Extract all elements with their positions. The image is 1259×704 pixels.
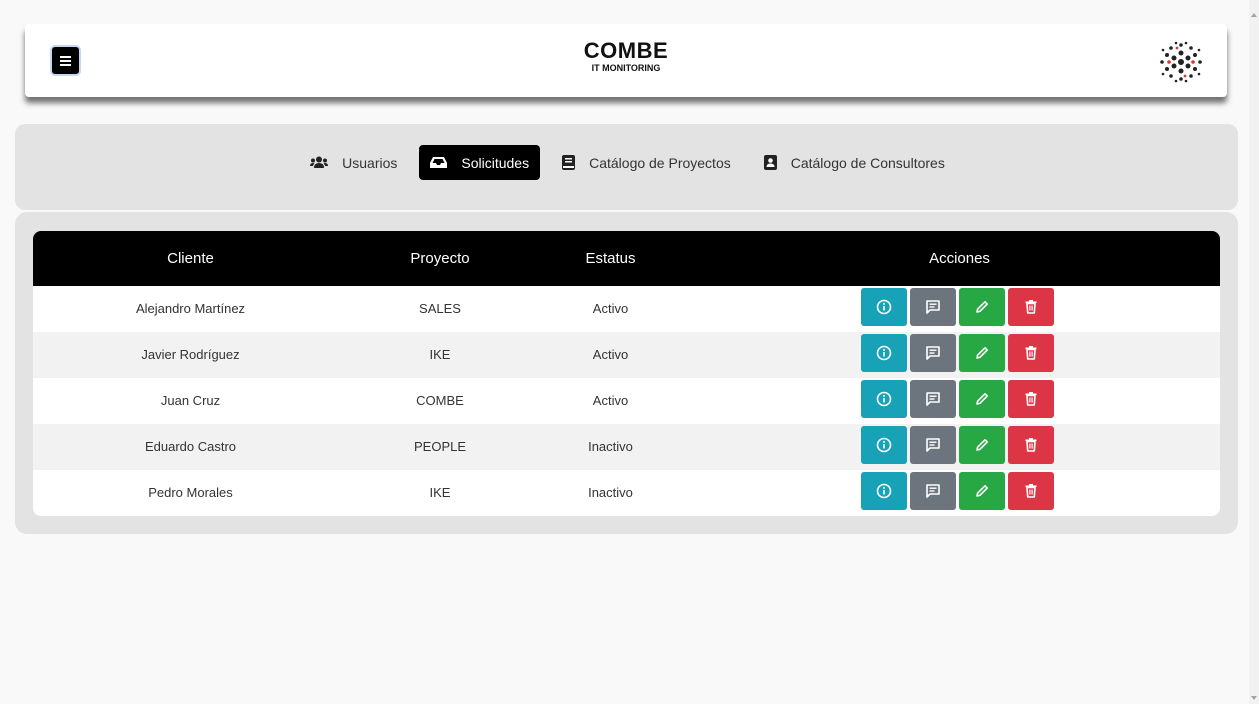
cell-estatus: Activo [592,347,629,362]
comment-icon [926,346,940,360]
info-icon [876,299,892,315]
cell-cliente: Alejandro Martínez [135,301,246,316]
comment-icon [926,484,940,498]
info-button[interactable] [861,288,907,326]
cell-cliente: Eduardo Castro [144,439,237,454]
comment-button[interactable] [910,380,956,418]
delete-button[interactable] [1008,288,1054,326]
column-header-proyecto: Proyecto [410,250,470,267]
column-header-acciones: Acciones [929,250,990,267]
trash-icon [1025,346,1037,360]
info-button[interactable] [861,426,907,464]
cell-cliente: Javier Rodríguez [141,347,240,362]
trash-icon [1025,484,1037,498]
cell-estatus: Inactivo [588,485,633,500]
trash-icon [1025,300,1037,314]
brand-title: COMBE [583,38,669,63]
delete-button[interactable] [1008,334,1054,372]
delete-button[interactable] [1008,472,1054,510]
comment-button[interactable] [910,334,956,372]
info-icon [876,345,892,361]
nav-item-catalogo-consultores[interactable]: Catálogo de Consultores [753,145,956,180]
scroll-down-arrow-icon[interactable] [1251,696,1257,700]
main-panel: Cliente Proyecto Estatus Acciones Alejan… [15,212,1238,534]
nav-item-usuarios[interactable]: Usuarios [299,145,408,180]
vertical-scrollbar[interactable] [1249,0,1259,704]
brand: COMBE IT MONITORING [25,39,1227,74]
nav-item-label: Catálogo de Proyectos [589,154,731,171]
users-icon [310,156,329,168]
cell-estatus: Activo [592,393,629,408]
info-icon [876,483,892,499]
row-actions [861,472,1054,510]
company-logo-icon [1160,41,1202,83]
column-header-estatus: Estatus [585,250,636,267]
scroll-up-arrow-icon[interactable] [1251,13,1257,17]
row-actions [861,288,1054,326]
trash-icon [1025,392,1037,406]
comment-button[interactable] [910,472,956,510]
pencil-icon [976,347,988,359]
pencil-icon [976,485,988,497]
cell-cliente: Pedro Morales [148,485,233,500]
info-button[interactable] [861,334,907,372]
info-icon [876,437,892,453]
cell-estatus: Activo [592,301,629,316]
edit-button[interactable] [959,472,1005,510]
edit-button[interactable] [959,426,1005,464]
pencil-icon [976,301,988,313]
table-row: Pedro Morales IKE Inactivo [33,470,1220,516]
trash-icon [1025,438,1037,452]
table-row: Alejandro Martínez SALES Activo [33,286,1220,332]
delete-button[interactable] [1008,426,1054,464]
requests-table: Cliente Proyecto Estatus Acciones Alejan… [33,231,1220,516]
cell-proyecto: COMBE [416,393,464,408]
top-header: COMBE IT MONITORING [25,24,1227,97]
table-row: Javier Rodríguez IKE Activo [33,332,1220,378]
nav-item-label: Catálogo de Consultores [790,154,945,171]
info-icon [876,391,892,407]
table-body: Alejandro Martínez SALES Activo Javier R… [33,286,1220,516]
row-actions [861,334,1054,372]
book-icon [562,155,576,170]
delete-button[interactable] [1008,380,1054,418]
inbox-icon [430,157,448,168]
info-button[interactable] [861,380,907,418]
table-row: Juan Cruz COMBE Activo [33,378,1220,424]
column-header-cliente: Cliente [167,250,214,267]
edit-button[interactable] [959,288,1005,326]
comment-icon [926,438,940,452]
cell-proyecto: PEOPLE [413,439,467,454]
address-book-icon [763,155,777,170]
cell-proyecto: SALES [419,301,461,316]
cell-proyecto: IKE [429,347,451,362]
table-header: Cliente Proyecto Estatus Acciones [33,231,1220,286]
nav-item-label: Solicitudes [461,154,530,171]
table-row: Eduardo Castro PEOPLE Inactivo [33,424,1220,470]
comment-button[interactable] [910,288,956,326]
nav-item-catalogo-proyectos[interactable]: Catálogo de Proyectos [551,145,742,180]
edit-button[interactable] [959,380,1005,418]
comment-icon [926,300,940,314]
info-button[interactable] [861,472,907,510]
pencil-icon [976,439,988,451]
nav-item-solicitudes[interactable]: Solicitudes [419,145,541,180]
row-actions [861,426,1054,464]
row-actions [861,380,1054,418]
cell-cliente: Juan Cruz [160,393,221,408]
pencil-icon [976,393,988,405]
brand-subtitle: IT MONITORING [591,63,661,73]
edit-button[interactable] [959,334,1005,372]
cell-estatus: Inactivo [588,439,633,454]
navigation-bar: Usuarios Solicitudes Catálogo de Proyect… [15,124,1238,210]
cell-proyecto: IKE [429,485,451,500]
comment-button[interactable] [910,426,956,464]
nav-item-label: Usuarios [342,154,398,171]
comment-icon [926,392,940,406]
